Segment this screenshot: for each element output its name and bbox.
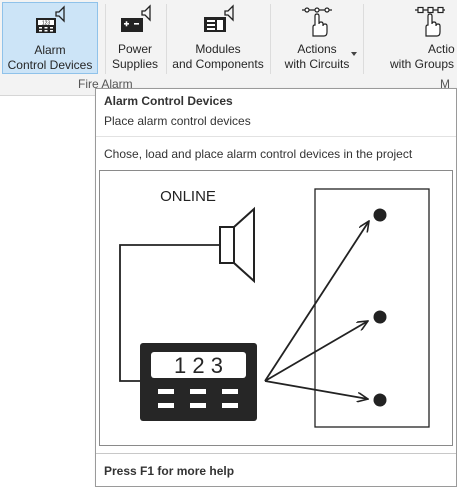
device-target-area	[314, 188, 430, 428]
actions-circuits-icon	[302, 7, 332, 37]
actions-with-circuits-button[interactable]: Actions with Circuits	[275, 2, 359, 74]
tooltip-title: Alarm Control Devices	[104, 94, 233, 108]
button-label-line2: and Components	[172, 57, 264, 71]
device-display-digits: 1 2 3	[174, 353, 223, 378]
button-label-line1: Actio	[428, 42, 455, 56]
alarm-control-device-icon: 123	[36, 5, 65, 33]
target-point	[373, 393, 387, 407]
chevron-down-icon[interactable]	[351, 52, 357, 56]
ribbon-separator	[105, 4, 106, 74]
button-label-line1: Actions	[297, 42, 337, 56]
button-label-line1: Power	[117, 42, 152, 56]
button-label-line1: Modules	[195, 42, 241, 56]
button-label-line2: with Groups	[390, 57, 455, 71]
ribbon-separator	[363, 4, 364, 74]
tooltip-help-text: Press F1 for more help	[104, 464, 235, 478]
online-label: ONLINE	[160, 188, 216, 205]
tooltip-divider	[96, 453, 456, 454]
button-label-line2: Control Devices	[7, 58, 93, 72]
tooltip-subtitle: Place alarm control devices	[104, 114, 251, 128]
alarm-control-devices-button[interactable]: 123 Alarm Control Devices	[2, 2, 98, 74]
button-label-line1: Alarm	[34, 43, 66, 57]
alarm-control-illustration: ONLINE 1 2 3	[119, 188, 430, 428]
power-supply-icon	[121, 4, 151, 32]
svg-text:123: 123	[42, 21, 51, 27]
control-device-icon: 1 2 3	[140, 343, 257, 421]
target-point	[373, 208, 387, 222]
button-label-line2: Supplies	[111, 57, 159, 71]
modules-and-components-button[interactable]: Modules and Components	[168, 2, 268, 74]
speaker-icon	[219, 206, 255, 284]
actions-groups-icon	[415, 6, 445, 37]
power-supplies-button[interactable]: Power Supplies	[107, 2, 163, 74]
tooltip-divider	[96, 136, 456, 137]
ribbon: 123 Alarm Control Devices Power Supplies…	[0, 0, 457, 96]
ribbon-separator	[166, 4, 167, 74]
button-label-line2: with Circuits	[284, 57, 350, 71]
tooltip: Alarm Control Devices Place alarm contro…	[95, 88, 457, 487]
target-point	[373, 310, 387, 324]
actions-with-groups-button[interactable]: Actio with Groups	[385, 2, 457, 74]
tooltip-illustration: ONLINE 1 2 3	[99, 170, 453, 446]
module-component-icon	[204, 4, 234, 32]
ribbon-separator	[270, 4, 271, 74]
tooltip-description: Chose, load and place alarm control devi…	[104, 147, 413, 161]
